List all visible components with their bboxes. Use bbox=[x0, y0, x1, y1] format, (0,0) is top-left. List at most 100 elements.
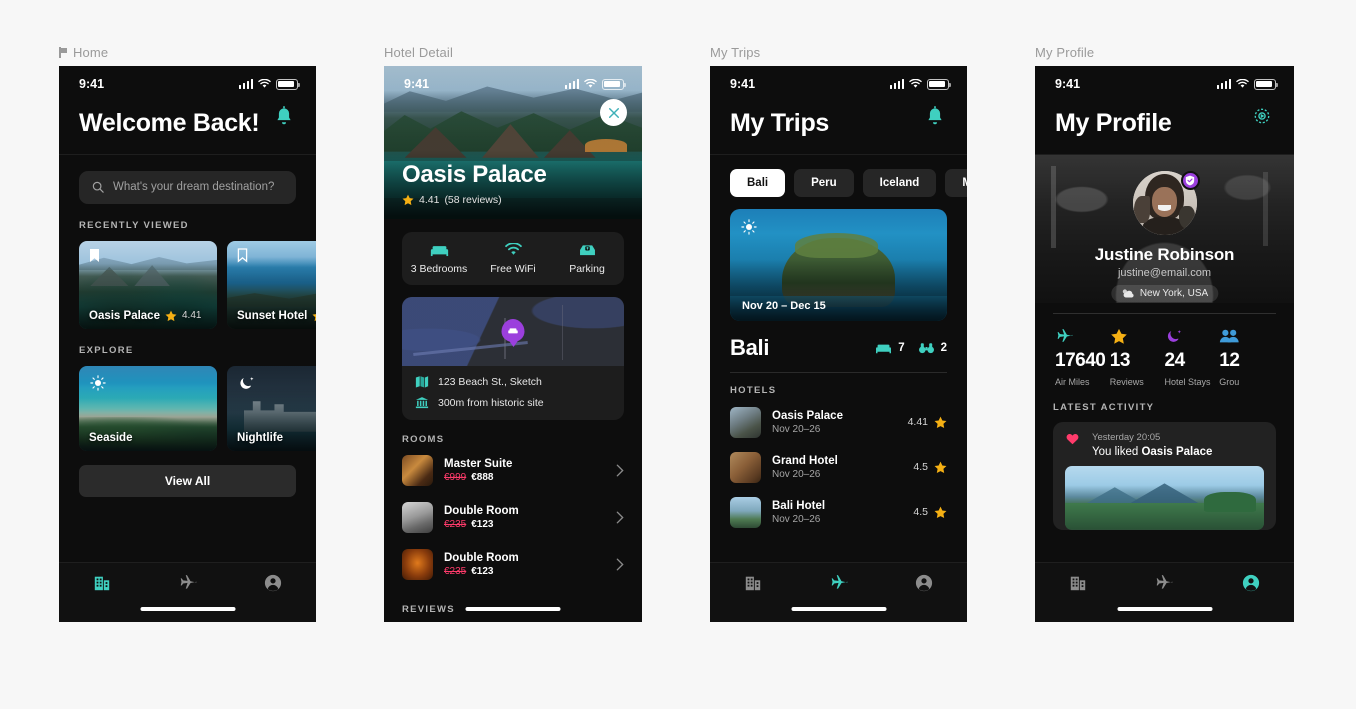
room-info: Double Room €235 €123 bbox=[444, 505, 605, 530]
binoculars-icon bbox=[918, 342, 934, 353]
room-thumbnail bbox=[402, 549, 433, 580]
wifi-icon bbox=[1236, 79, 1249, 89]
bell-icon[interactable] bbox=[274, 106, 296, 128]
room-row[interactable]: Master Suite €999 €888 bbox=[402, 447, 624, 494]
phone-my-trips: 9:41 My Trips Bali Peru Iceland M bbox=[710, 66, 967, 622]
person-icon bbox=[265, 574, 282, 592]
chip-bali[interactable]: Bali bbox=[730, 168, 786, 197]
section-recently-viewed: RECENTLY VIEWED bbox=[79, 219, 189, 231]
page-title: My Trips bbox=[730, 109, 830, 137]
bookmark-icon-outline[interactable] bbox=[237, 247, 248, 263]
map-address-row: 123 Beach St., Sketch bbox=[415, 375, 611, 388]
chevron-right-icon[interactable] bbox=[616, 464, 624, 477]
chevron-right-icon[interactable] bbox=[616, 558, 624, 571]
gear-icon[interactable] bbox=[1252, 106, 1274, 128]
explore-card-nightlife[interactable]: Nightlife bbox=[227, 365, 316, 451]
stat-value: 17640 bbox=[1055, 349, 1106, 371]
hotel-rating-row: 4.5 bbox=[913, 506, 947, 519]
trip-stat-value: 2 bbox=[940, 341, 947, 354]
divider bbox=[730, 371, 947, 373]
close-button[interactable] bbox=[600, 99, 627, 126]
status-time: 9:41 bbox=[1055, 77, 1081, 91]
tab-hotels[interactable] bbox=[59, 574, 145, 592]
sun-icon bbox=[741, 218, 757, 235]
recent-card-sunset[interactable]: Sunset Hotel bbox=[227, 240, 316, 329]
room-info: Double Room €235 €123 bbox=[444, 552, 605, 577]
recent-card-oasis[interactable]: Oasis Palace 4.41 bbox=[79, 240, 217, 329]
hotel-row[interactable]: Bali Hotel Nov 20–26 4.5 bbox=[730, 490, 947, 535]
chip-iceland[interactable]: Iceland bbox=[862, 168, 937, 197]
status-icons bbox=[889, 78, 952, 90]
trip-stat-value: 7 bbox=[898, 341, 905, 354]
bottom-tab-bar bbox=[710, 562, 967, 622]
section-rooms: ROOMS bbox=[402, 434, 445, 445]
frame-label-profile: My Profile bbox=[1035, 45, 1095, 60]
room-thumbnail bbox=[402, 455, 433, 486]
star-icon bbox=[934, 461, 947, 473]
card-title-row: Oasis Palace 4.41 bbox=[89, 310, 201, 322]
hotel-thumbnail bbox=[730, 451, 761, 483]
card-rating: 4.41 bbox=[181, 310, 202, 321]
activity-text-wrap: Yesterday 20:05 You liked Oasis Palace bbox=[1092, 432, 1264, 458]
explore-row: Seaside Nightlife bbox=[79, 365, 316, 451]
bookmark-icon-filled[interactable] bbox=[89, 248, 100, 263]
hotel-name: Bali Hotel bbox=[772, 499, 826, 512]
moon-icon bbox=[238, 375, 255, 392]
parking-icon bbox=[579, 245, 595, 256]
hotel-row[interactable]: Grand Hotel Nov 20–26 4.5 bbox=[730, 445, 947, 490]
chip-peru[interactable]: Peru bbox=[794, 168, 854, 197]
activity-text: You liked Oasis Palace bbox=[1092, 446, 1264, 458]
status-icons bbox=[238, 78, 301, 90]
hotel-row[interactable]: Oasis Palace Nov 20–26 4.41 bbox=[730, 400, 947, 445]
avatar-wrapper[interactable] bbox=[1132, 170, 1200, 235]
room-row[interactable]: Double Room €235 €123 bbox=[402, 494, 624, 541]
map-details: 123 Beach St., Sketch 300m from historic… bbox=[402, 366, 624, 420]
amenity-parking: Parking bbox=[550, 243, 624, 275]
tab-trips[interactable] bbox=[796, 574, 882, 592]
hotel-reviews-count: (58 reviews) bbox=[444, 194, 502, 206]
stat-label: Hotel Stays bbox=[1164, 376, 1211, 387]
stat-value: 12 bbox=[1219, 349, 1240, 371]
tab-hotels[interactable] bbox=[1035, 574, 1121, 592]
stat-hotel-stays: 24 Hotel Stays bbox=[1165, 328, 1220, 387]
tab-profile[interactable] bbox=[1208, 574, 1294, 592]
status-bar: 9:41 bbox=[710, 66, 967, 96]
museum-icon bbox=[415, 397, 429, 409]
battery-icon bbox=[927, 78, 952, 90]
chip-maldives[interactable]: Ma bbox=[945, 168, 967, 197]
room-old-price: €235 bbox=[444, 566, 467, 577]
explore-card-seaside[interactable]: Seaside bbox=[79, 365, 217, 451]
bell-icon[interactable] bbox=[925, 106, 947, 128]
screens-stage: Home 9:41 Welcome Back! What's your drea… bbox=[0, 0, 1356, 709]
bed-icon bbox=[430, 246, 448, 257]
view-all-button[interactable]: View All bbox=[79, 464, 296, 497]
amenity-wifi: Free WiFi bbox=[476, 243, 550, 275]
room-price: €888 bbox=[471, 472, 494, 483]
home-indicator bbox=[465, 607, 561, 611]
person-icon bbox=[1242, 574, 1259, 592]
tab-hotels[interactable] bbox=[710, 574, 796, 592]
map-pin[interactable] bbox=[501, 319, 525, 342]
room-row[interactable]: Double Room €235 €123 bbox=[402, 541, 624, 588]
status-bar: 9:41 bbox=[384, 66, 642, 96]
activity-card[interactable]: Yesterday 20:05 You liked Oasis Palace bbox=[1053, 421, 1276, 530]
amenity-label: Free WiFi bbox=[490, 263, 536, 275]
tab-trips[interactable] bbox=[1121, 574, 1207, 592]
person-icon bbox=[916, 574, 933, 592]
room-name: Double Room bbox=[444, 505, 519, 517]
tab-trips[interactable] bbox=[145, 574, 231, 592]
search-input[interactable]: What's your dream destination? bbox=[79, 170, 296, 204]
moon-icon bbox=[1167, 329, 1181, 342]
map-image bbox=[402, 297, 624, 366]
map-address: 123 Beach St., Sketch bbox=[438, 375, 542, 388]
chevron-right-icon[interactable] bbox=[616, 511, 624, 524]
section-explore: EXPLORE bbox=[79, 344, 134, 356]
frame-label-detail: Hotel Detail bbox=[384, 45, 453, 60]
hotel-dates: Nov 20–26 bbox=[772, 423, 821, 435]
map-card[interactable]: 123 Beach St., Sketch 300m from historic… bbox=[402, 297, 624, 420]
trip-hero-card[interactable]: Nov 20 – Dec 15 bbox=[730, 208, 947, 321]
profile-cover: Justine Robinson justine@email.com New Y… bbox=[1035, 154, 1294, 303]
bottom-tab-bar bbox=[1035, 562, 1294, 622]
tab-profile[interactable] bbox=[881, 574, 967, 592]
tab-profile[interactable] bbox=[230, 574, 316, 592]
